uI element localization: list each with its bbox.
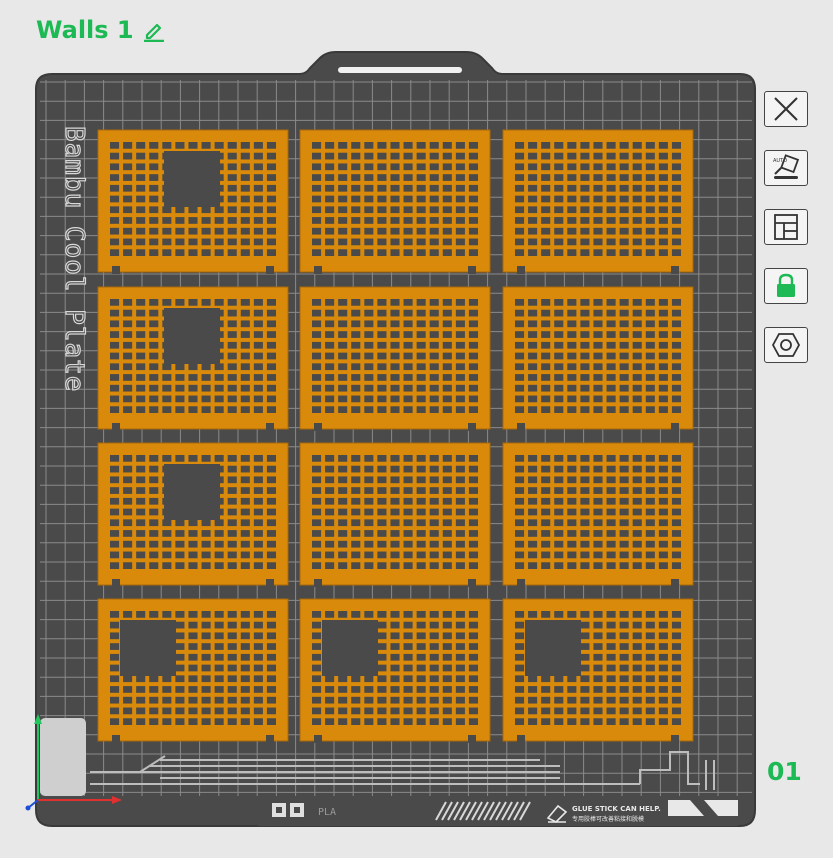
settings-hex-icon — [771, 333, 801, 357]
plate-type-label: Bambu Cool Plate — [59, 126, 89, 392]
arrange-button[interactable] — [764, 209, 808, 245]
part-wall-panel[interactable] — [299, 442, 491, 587]
part-wall-panel[interactable] — [97, 598, 289, 743]
auto-orient-icon: AUTO — [773, 154, 800, 179]
part-wall-panel[interactable] — [502, 442, 694, 587]
glue-text-cn: 专用胶棒可改善粘接和脱模 — [572, 815, 644, 823]
part-wall-panel[interactable] — [299, 598, 491, 743]
close-button[interactable] — [764, 91, 808, 127]
glue-text-en: GLUE STICK CAN HELP. — [572, 805, 661, 813]
part-wall-panel[interactable] — [502, 598, 694, 743]
plate-number: 01 — [767, 757, 802, 786]
part-wall-panel[interactable] — [299, 286, 491, 431]
build-plate[interactable]: Bambu Cool Plate PLA GLUE STICK CAN HELP… — [0, 0, 833, 858]
corner-block — [40, 718, 86, 796]
lock-icon — [777, 273, 795, 297]
plate-settings-button[interactable] — [764, 327, 808, 363]
auto-orient-button[interactable]: AUTO — [764, 150, 808, 186]
part-wall-panel[interactable] — [502, 129, 694, 274]
part-wall-panel[interactable] — [97, 442, 289, 587]
filament-label: PLA — [318, 807, 336, 818]
plate-handle — [338, 67, 462, 73]
part-wall-panel[interactable] — [97, 286, 289, 431]
close-icon — [774, 97, 798, 121]
part-wall-panel[interactable] — [502, 286, 694, 431]
arrange-icon — [774, 214, 798, 240]
part-wall-panel[interactable] — [97, 129, 289, 274]
part-wall-panel[interactable] — [299, 129, 491, 274]
lock-button[interactable] — [764, 268, 808, 304]
